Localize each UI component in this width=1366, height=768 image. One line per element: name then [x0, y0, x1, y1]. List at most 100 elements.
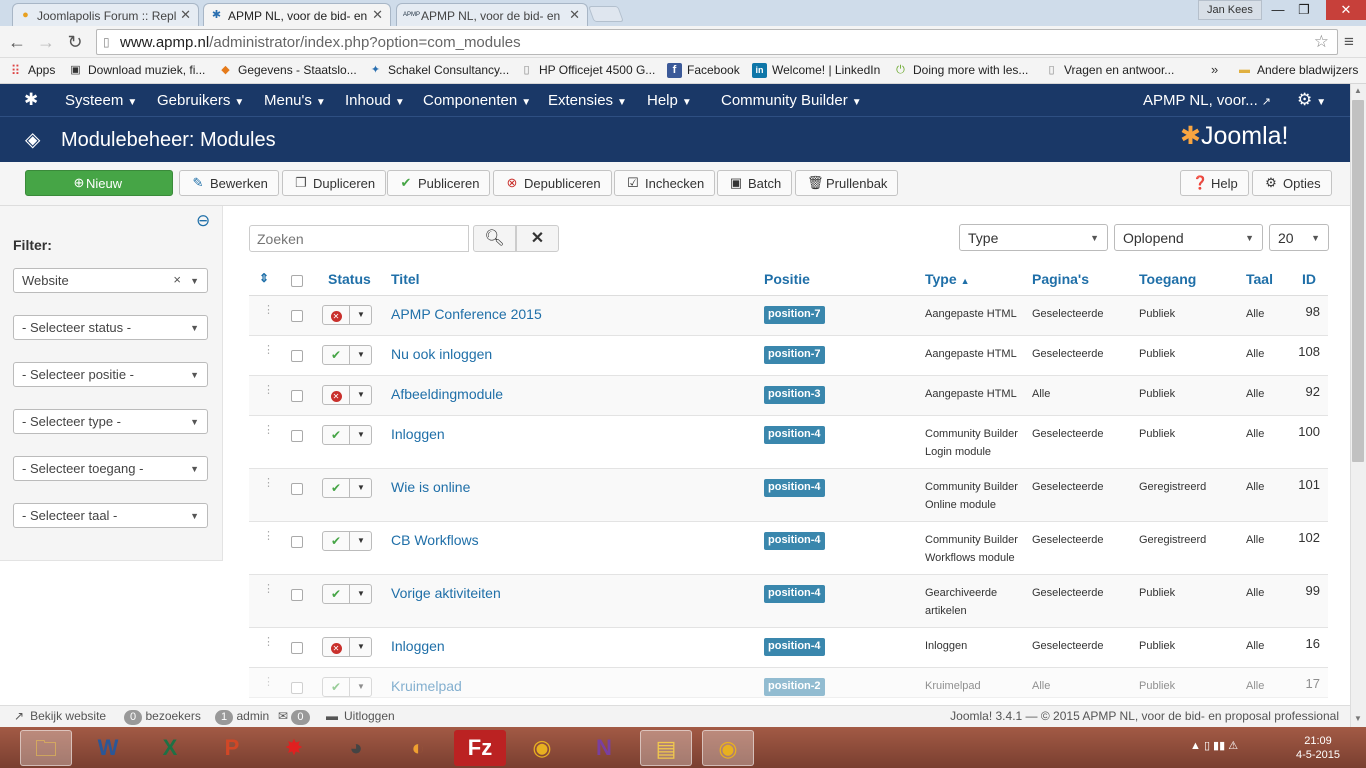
- client-select[interactable]: Website × ▼: [13, 268, 208, 293]
- sort-direction-select[interactable]: Oplopend ▼: [1114, 224, 1263, 251]
- row-checkbox[interactable]: [291, 642, 303, 654]
- status-toggle[interactable]: ✔ ▼: [322, 425, 372, 445]
- excel-icon[interactable]: X: [144, 730, 196, 766]
- row-checkbox[interactable]: [291, 390, 303, 402]
- published-check-icon[interactable]: ✔: [323, 346, 350, 364]
- gimp-icon[interactable]: ◕: [330, 730, 382, 766]
- access-select[interactable]: - Selecteer toegang - ▼: [13, 456, 208, 481]
- bookmark-vragen[interactable]: ▯ Vragen en antwoor...: [1044, 63, 1174, 77]
- close-icon[interactable]: ✕: [180, 7, 191, 23]
- status-dropdown-icon[interactable]: ▼: [350, 346, 372, 364]
- status-dropdown-icon[interactable]: ▼: [350, 678, 372, 696]
- browser-tab-3[interactable]: APMP APMP NL, voor de bid- en ✕: [396, 3, 588, 26]
- module-title-link[interactable]: Kruimelpad: [391, 678, 462, 694]
- checkin-button[interactable]: ☑ Inchecken: [614, 170, 716, 196]
- limit-select[interactable]: 20 ▼: [1269, 224, 1329, 251]
- status-toggle[interactable]: ✕ ▼: [322, 305, 372, 325]
- close-window-button[interactable]: ✕: [1326, 0, 1366, 20]
- menu-help[interactable]: Help ▼: [647, 92, 692, 109]
- bookmark-staatsloterij[interactable]: ◆ Gegevens - Staatslo...: [218, 63, 356, 77]
- module-title-link[interactable]: APMP Conference 2015: [391, 306, 542, 322]
- word-icon[interactable]: W: [82, 730, 134, 766]
- clear-search-button[interactable]: ✕: [516, 225, 559, 252]
- module-title-link[interactable]: Inloggen: [391, 426, 445, 442]
- filezilla-icon[interactable]: Fz: [454, 730, 506, 766]
- browser-tab-2[interactable]: ✱ APMP NL, voor de bid- en ✕: [203, 3, 391, 26]
- bookmark-doing-more[interactable]: ⏻ Doing more with les...: [893, 63, 1028, 77]
- collapse-sidebar-icon[interactable]: ⊖: [196, 211, 210, 231]
- bookmark-facebook[interactable]: f Facebook: [667, 63, 740, 78]
- column-access[interactable]: Toegang: [1139, 271, 1196, 287]
- scrollbar-thumb[interactable]: [1352, 100, 1364, 462]
- publish-button[interactable]: ✔ Publiceren: [387, 170, 491, 196]
- options-button[interactable]: ⚙ Opties: [1252, 170, 1332, 196]
- column-status[interactable]: Status: [328, 271, 371, 287]
- status-dropdown-icon[interactable]: ▼: [350, 585, 372, 603]
- back-icon[interactable]: ←: [5, 32, 29, 53]
- column-pages[interactable]: Pagina's: [1032, 271, 1089, 287]
- ordering-sort-icon[interactable]: ⇕: [259, 271, 269, 285]
- row-checkbox[interactable]: [291, 483, 303, 495]
- forward-icon[interactable]: →: [34, 32, 58, 53]
- status-dropdown-icon[interactable]: ▼: [350, 386, 372, 404]
- drag-handle-icon[interactable]: ⋮: [263, 425, 274, 436]
- explorer-icon[interactable]: 🗀: [20, 730, 72, 766]
- row-checkbox[interactable]: [291, 536, 303, 548]
- duplicate-button[interactable]: ❐ Dupliceren: [282, 170, 387, 196]
- scroll-up-icon[interactable]: ▲: [1354, 86, 1362, 95]
- status-toggle[interactable]: ✕ ▼: [322, 385, 372, 405]
- row-checkbox[interactable]: [291, 430, 303, 442]
- module-title-link[interactable]: CB Workflows: [391, 532, 479, 548]
- bookmark-linkedin[interactable]: in Welcome! | LinkedIn: [752, 63, 880, 78]
- clock[interactable]: 21:09 4-5-2015: [1288, 734, 1348, 762]
- module-title-link[interactable]: Wie is online: [391, 479, 470, 495]
- view-site-link[interactable]: ↗ Bekijk website: [14, 709, 106, 723]
- published-check-icon[interactable]: ✔: [323, 678, 350, 696]
- module-title-link[interactable]: Nu ook inloggen: [391, 346, 492, 362]
- status-dropdown-icon[interactable]: ▼: [350, 479, 372, 497]
- batch-button[interactable]: ▣ Batch: [717, 170, 793, 196]
- drag-handle-icon[interactable]: ⋮: [263, 478, 274, 489]
- more-bookmarks-button[interactable]: »: [1211, 62, 1218, 77]
- maximize-button[interactable]: ❐: [1284, 0, 1324, 20]
- profile-button[interactable]: Jan Kees: [1198, 0, 1262, 20]
- module-title-link[interactable]: Vorige aktiviteiten: [391, 585, 501, 601]
- tray-icons[interactable]: ▲ ▯ ▮▮ ⚠: [1190, 739, 1238, 752]
- menu-inhoud[interactable]: Inhoud ▼: [345, 92, 405, 109]
- paint-splash-icon[interactable]: ✸: [268, 730, 320, 766]
- menu-componenten[interactable]: Componenten ▼: [423, 92, 531, 109]
- other-bookmarks[interactable]: ▬ Andere bladwijzers: [1237, 63, 1358, 77]
- drag-handle-icon[interactable]: ⋮: [263, 677, 274, 688]
- unpublished-icon[interactable]: ✕: [323, 306, 350, 324]
- position-select[interactable]: - Selecteer positie - ▼: [13, 362, 208, 387]
- drag-handle-icon[interactable]: ⋮: [263, 385, 274, 396]
- status-toggle[interactable]: ✔ ▼: [322, 345, 372, 365]
- clear-icon[interactable]: ×: [173, 272, 181, 287]
- menu-extensies[interactable]: Extensies ▼: [548, 92, 627, 109]
- status-dropdown-icon[interactable]: ▼: [350, 426, 372, 444]
- joomla-icon[interactable]: ✱: [24, 90, 38, 110]
- column-language[interactable]: Taal: [1246, 271, 1273, 287]
- search-input[interactable]: [249, 225, 469, 252]
- status-toggle[interactable]: ✔ ▼: [322, 677, 372, 697]
- status-toggle[interactable]: ✕ ▼: [322, 637, 372, 657]
- site-link[interactable]: APMP NL, voor... ↗: [1143, 92, 1271, 109]
- menu-gebruikers[interactable]: Gebruikers ▼: [157, 92, 244, 109]
- chrome-icon[interactable]: ◉: [516, 730, 568, 766]
- close-icon[interactable]: ✕: [372, 7, 383, 23]
- published-check-icon[interactable]: ✔: [323, 532, 350, 550]
- close-icon[interactable]: ✕: [569, 7, 580, 23]
- help-button[interactable]: ❓ Help: [1180, 170, 1249, 196]
- menu-icon[interactable]: ≡: [1344, 32, 1354, 52]
- bookmark-apps[interactable]: ⠿ Apps: [8, 63, 56, 78]
- column-position[interactable]: Positie: [764, 271, 810, 287]
- language-select[interactable]: - Selecteer taal - ▼: [13, 503, 208, 528]
- module-title-link[interactable]: Inloggen: [391, 638, 445, 654]
- palette-icon[interactable]: ◐: [392, 730, 444, 766]
- status-toggle[interactable]: ✔ ▼: [322, 584, 372, 604]
- drag-handle-icon[interactable]: ⋮: [263, 584, 274, 595]
- published-check-icon[interactable]: ✔: [323, 426, 350, 444]
- onenote-icon[interactable]: N: [578, 730, 630, 766]
- sort-field-select[interactable]: Type ▼: [959, 224, 1108, 251]
- status-dropdown-icon[interactable]: ▼: [350, 638, 372, 656]
